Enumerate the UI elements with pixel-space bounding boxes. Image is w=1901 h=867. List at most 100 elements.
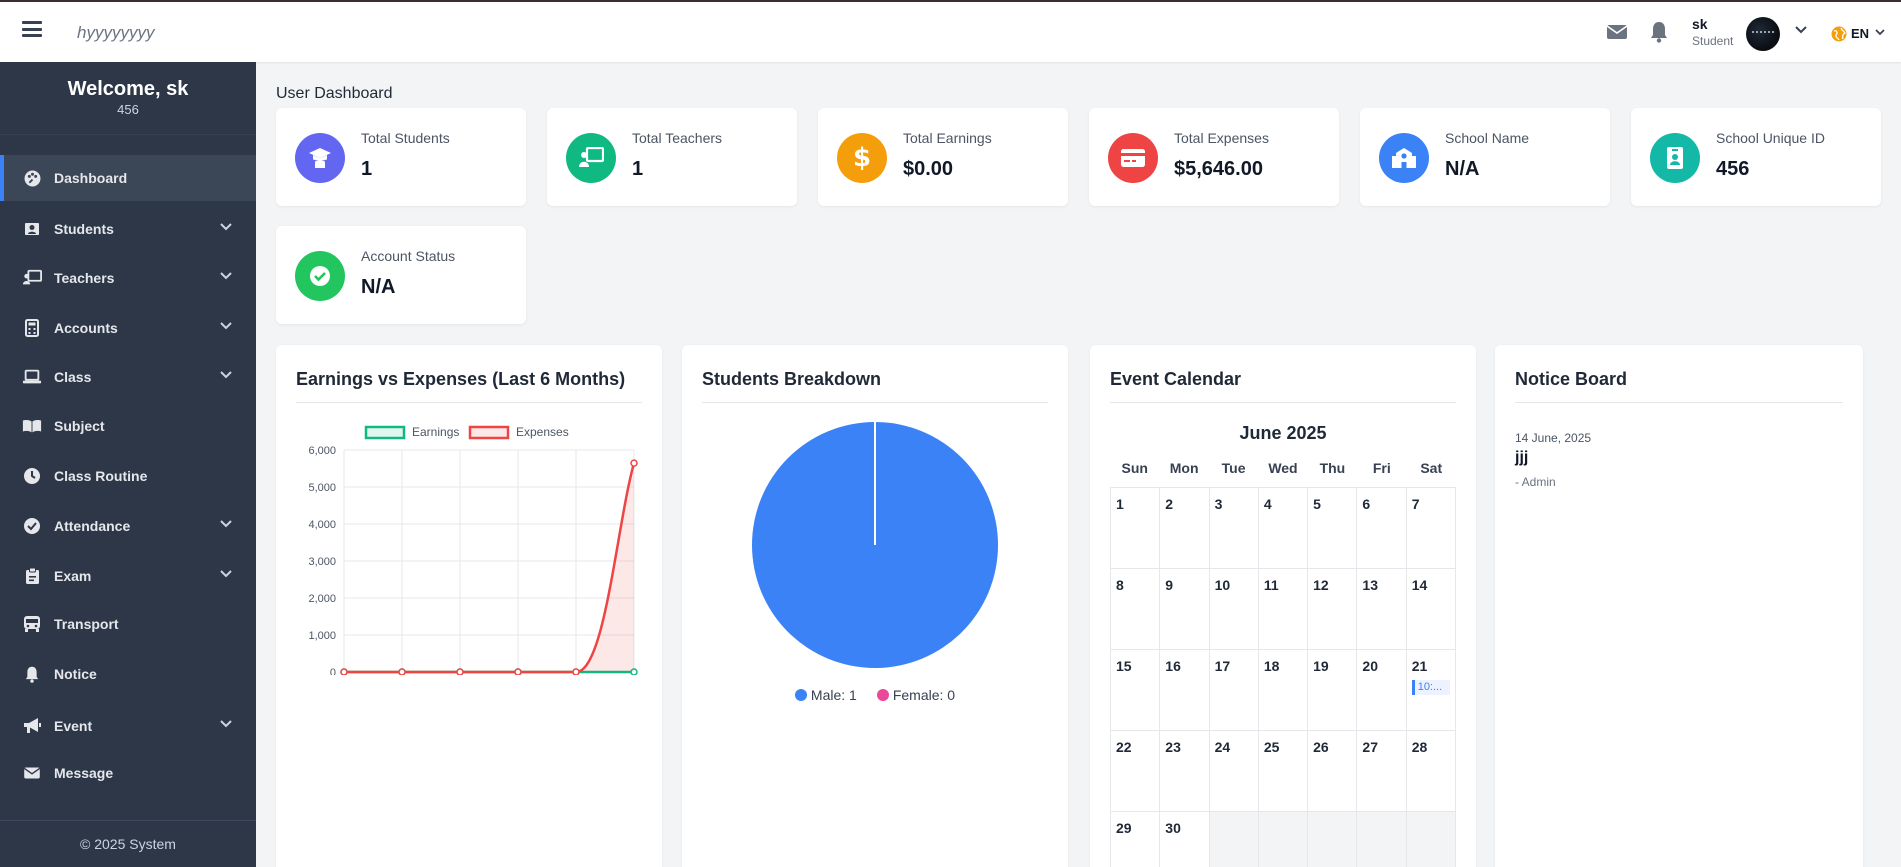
chevron-down-icon[interactable] [1795, 26, 1807, 34]
calendar-day-number: 15 [1116, 658, 1132, 674]
notice-title[interactable]: jjj [1515, 449, 1528, 467]
user-name[interactable]: sk [1692, 16, 1708, 32]
calendar-day[interactable]: 5 [1308, 488, 1358, 569]
bell-icon[interactable] [1650, 21, 1668, 43]
calendar-day[interactable]: 15 [1111, 650, 1161, 731]
calendar-day[interactable]: 23 [1160, 731, 1210, 812]
calendar-day[interactable]: 1 [1111, 488, 1161, 569]
sidebar-item-subject[interactable]: Subject [0, 403, 256, 449]
series-line-expenses [344, 462, 636, 674]
sidebar-item-transport[interactable]: Transport [0, 601, 256, 647]
y-tick-label: 1,000 [308, 630, 336, 642]
divider [0, 820, 256, 821]
avatar[interactable] [1746, 17, 1780, 51]
calendar-day[interactable]: 21 10:... [1406, 650, 1456, 731]
calendar-day[interactable]: 29 [1111, 812, 1161, 867]
globe-icon[interactable] [1831, 26, 1847, 42]
sidebar-item-notice[interactable]: Notice [0, 651, 256, 697]
sidebar-item-class-routine[interactable]: Class Routine [0, 453, 256, 499]
calendar-event[interactable]: 10:... [1411, 680, 1450, 695]
teacher-board-icon [566, 133, 616, 183]
calendar-weekdays: Sun Mon Tue Wed Thu Fri Sat [1110, 460, 1456, 476]
calendar-weekday: Thu [1319, 460, 1346, 476]
sidebar-item-attendance[interactable]: Attendance [0, 503, 256, 549]
sidebar-item-label: Teachers [54, 270, 115, 286]
calendar-day-number: 19 [1313, 658, 1329, 674]
calendar-day[interactable]: 3 [1209, 488, 1259, 569]
calendar-day[interactable]: 27 [1357, 731, 1407, 812]
calendar-day-number: 2 [1165, 496, 1174, 512]
stat-label: Total Earnings [903, 130, 992, 146]
calendar-day[interactable]: 10 [1209, 569, 1259, 650]
calendar-day[interactable]: 9 [1160, 569, 1210, 650]
series-area-expenses [344, 463, 634, 672]
sidebar-item-dashboard[interactable]: Dashboard [0, 155, 256, 201]
calendar-day[interactable]: 16 [1160, 650, 1210, 731]
legend-item-male[interactable]: Male: 1 [794, 687, 857, 703]
earnings-expenses-chart: 01,0002,0003,0004,0005,0006,000Jan 2025F… [308, 425, 638, 675]
school-icon [1379, 133, 1429, 183]
sidebar-item-students[interactable]: Students [0, 206, 256, 252]
panel-title: Event Calendar [1110, 369, 1242, 389]
hamburger-menu-icon[interactable] [22, 21, 42, 37]
sidebar-item-label: Notice [54, 666, 97, 682]
language-selector[interactable]: EN [1851, 26, 1869, 41]
sidebar-item-accounts[interactable]: Accounts [0, 305, 256, 351]
calendar-day[interactable]: 19 [1308, 650, 1358, 731]
legend-item-female[interactable]: Female: 0 [876, 687, 955, 703]
calendar-day-number: 3 [1214, 496, 1223, 512]
check-circle-icon [295, 251, 345, 301]
calendar-day[interactable]: 12 [1308, 569, 1358, 650]
stat-label: Account Status [361, 248, 456, 264]
calendar-day[interactable]: 17 [1209, 650, 1259, 731]
calendar-day[interactable]: 25 [1258, 731, 1309, 812]
bus-icon [22, 614, 42, 634]
sidebar-item-class[interactable]: Class [0, 354, 256, 400]
sidebar-item-label: Dashboard [54, 170, 128, 186]
sidebar-item-teachers[interactable]: Teachers [0, 255, 256, 301]
data-point [398, 668, 406, 675]
calendar-day-number: 25 [1263, 739, 1280, 755]
calendar-day[interactable]: 13 [1357, 569, 1407, 650]
calendar-day[interactable]: 11 [1258, 569, 1309, 650]
stat-card-total-students: Total Students 1 [276, 108, 526, 206]
calendar-day[interactable]: 26 [1308, 731, 1358, 812]
calendar-day[interactable]: 18 [1258, 650, 1309, 731]
teacher-icon [22, 268, 42, 288]
clipboard-icon [22, 566, 42, 586]
calendar-day[interactable]: 7 [1406, 488, 1456, 569]
dollar-icon: $ [837, 133, 887, 183]
calendar-day-number: 8 [1116, 577, 1124, 593]
sidebar-item-exam[interactable]: Exam [0, 553, 256, 599]
stat-card-school-unique-id: School Unique ID 456 [1631, 108, 1881, 206]
calendar-day-number: 6 [1362, 496, 1371, 512]
calendar-day[interactable]: 30 [1160, 812, 1210, 867]
chevron-down-icon[interactable] [1875, 29, 1885, 36]
calendar-day[interactable]: 22 [1111, 731, 1161, 812]
sidebar-item-label: Attendance [54, 518, 131, 534]
sidebar-item-event[interactable]: Event [0, 703, 256, 749]
calendar-weekday: Fri [1372, 460, 1391, 476]
calendar-day-empty [1209, 812, 1259, 867]
chevron-down-icon [220, 272, 232, 280]
stat-label: Total Students [361, 130, 450, 146]
calendar-day[interactable]: 2 [1160, 488, 1210, 569]
stat-card-school-name: School Name N/A [1360, 108, 1610, 206]
sidebar-item-message[interactable]: Message [0, 750, 256, 796]
calendar-day-number: 1 [1116, 496, 1124, 512]
calendar-weekday: Sun [1121, 460, 1148, 476]
top-bar: hyyyyyyyy sk Student EN [0, 0, 1901, 62]
mail-icon[interactable] [1606, 23, 1628, 41]
calendar-day[interactable]: 6 [1357, 488, 1407, 569]
calendar-day[interactable]: 14 [1406, 569, 1456, 650]
calendar-day[interactable]: 4 [1258, 488, 1309, 569]
header-search-text[interactable]: hyyyyyyyy [77, 23, 154, 43]
sidebar-item-label: Students [54, 221, 114, 237]
y-tick-label: 4,000 [308, 519, 336, 531]
calendar-day-number: 29 [1116, 820, 1132, 836]
calendar-day[interactable]: 28 [1406, 731, 1456, 812]
calendar-day[interactable]: 20 [1357, 650, 1407, 731]
calendar-day[interactable]: 24 [1209, 731, 1259, 812]
calendar-day[interactable]: 8 [1111, 569, 1161, 650]
calendar-day-number: 24 [1214, 739, 1231, 755]
